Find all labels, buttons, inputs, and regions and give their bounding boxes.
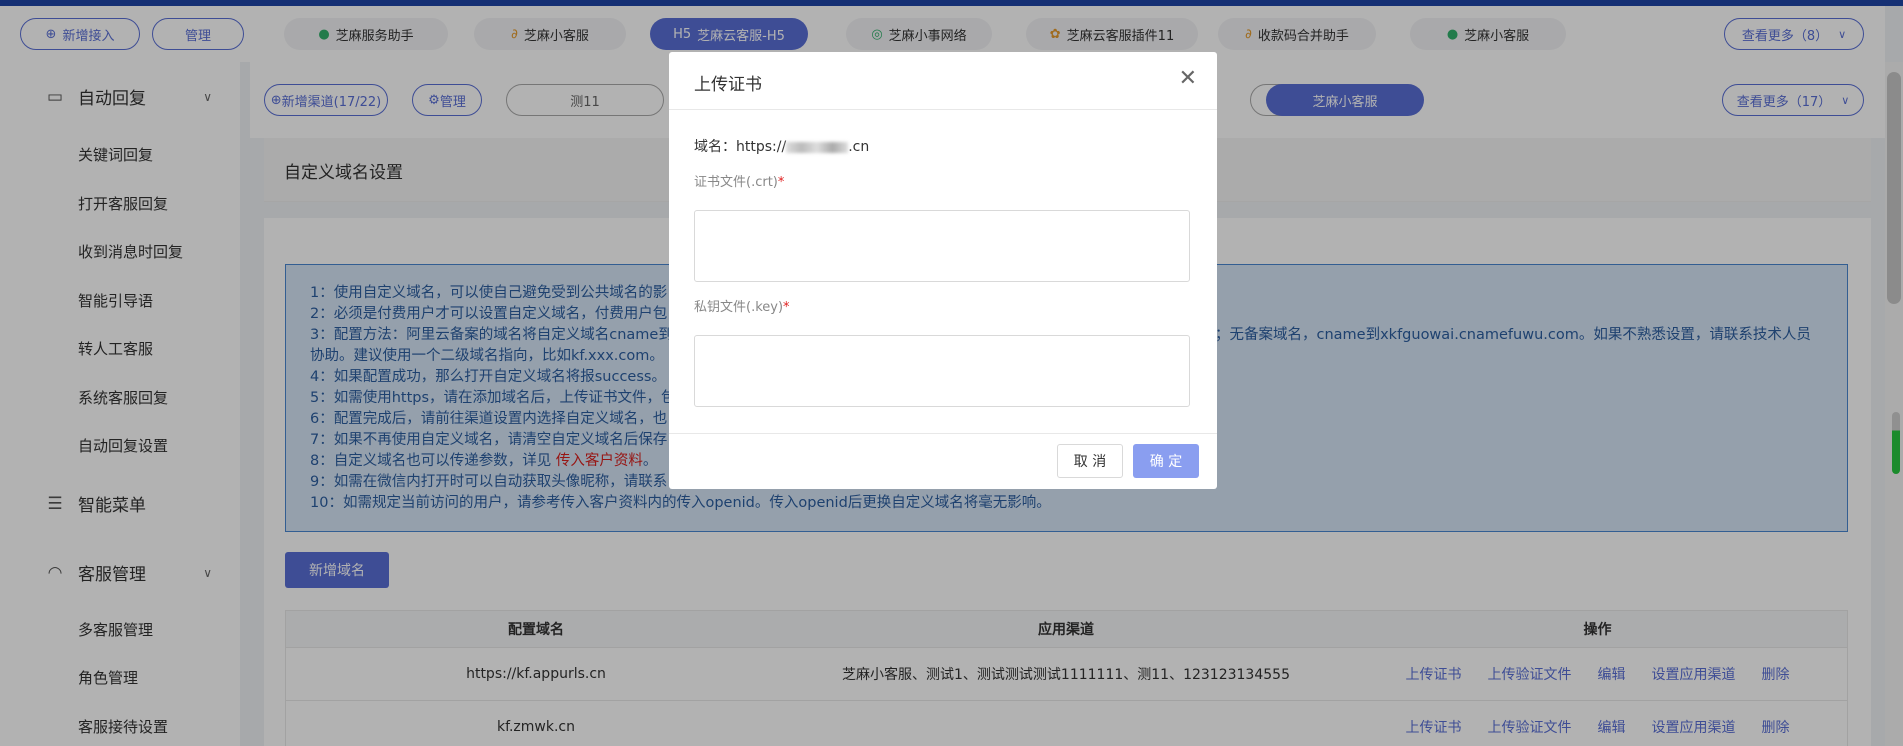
dialog-footer: 取 消 确 定 [669,433,1217,489]
cert-file-label: 证书文件(.crt)* [694,175,785,190]
key-file-label: 私钥文件(.key)* [694,300,790,315]
key-file-textarea[interactable] [694,335,1190,407]
dialog-title: 上传证书 [694,75,762,95]
cert-file-textarea[interactable] [694,210,1190,282]
dialog-domain: 域名：https://.cn [694,139,870,155]
confirm-button[interactable]: 确 定 [1133,444,1199,478]
dialog-header: 上传证书 ✕ [669,52,1217,110]
upload-cert-dialog: 上传证书 ✕ 域名：https://.cn 证书文件(.crt)* 私钥文件(.… [669,52,1217,489]
cancel-button[interactable]: 取 消 [1057,444,1123,478]
blurred-domain [786,141,849,153]
close-icon[interactable]: ✕ [1179,66,1197,91]
